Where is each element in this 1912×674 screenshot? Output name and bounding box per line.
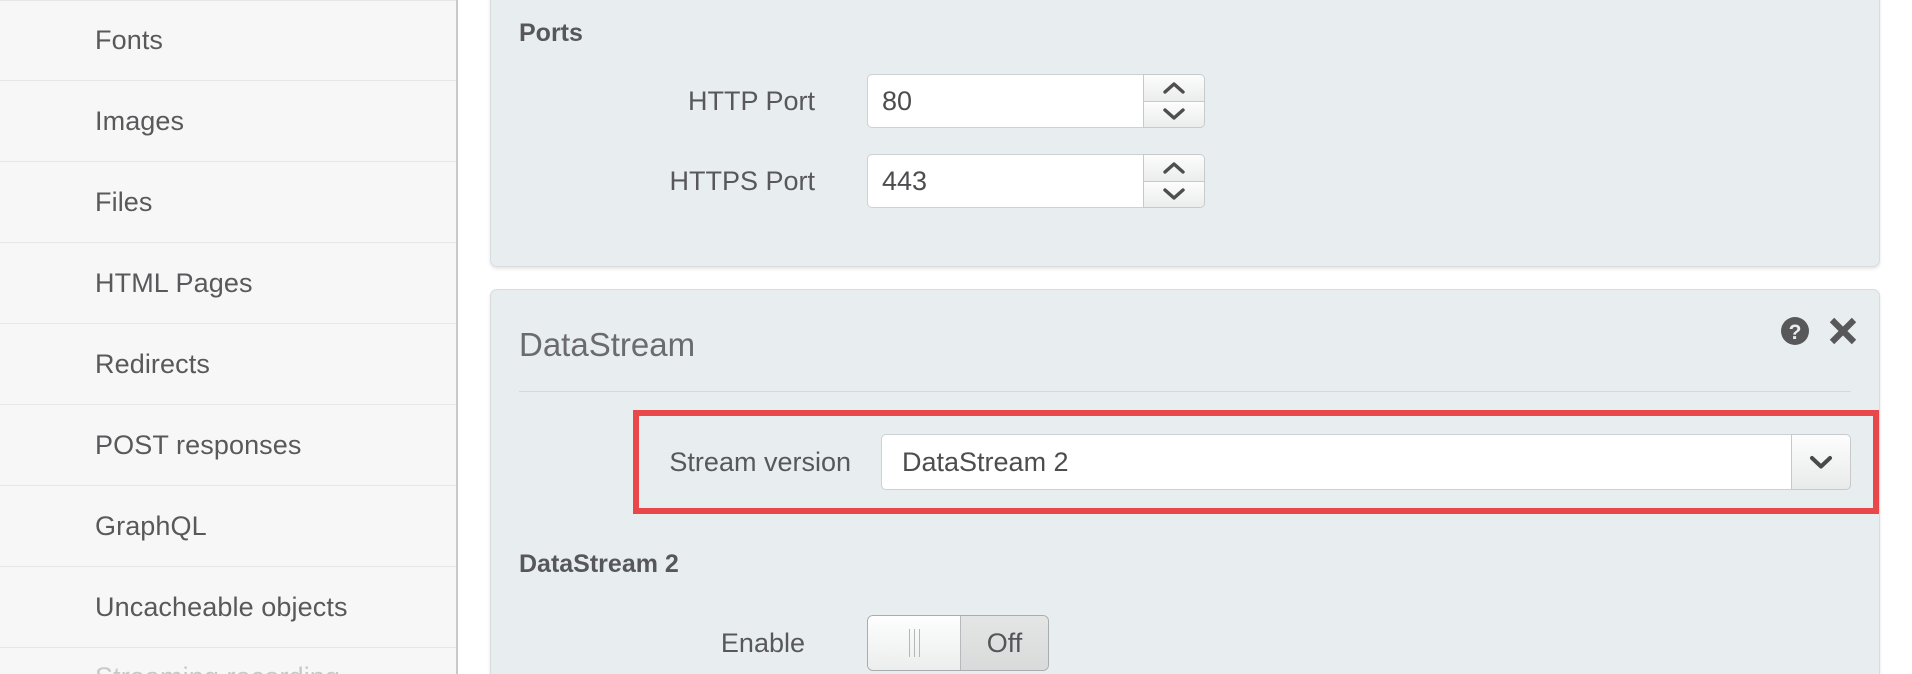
https-port-increment-button[interactable]: [1144, 155, 1204, 182]
datastream-panel-tools: ?: [1779, 315, 1859, 347]
sidebar-item-files[interactable]: Files: [0, 162, 456, 243]
stream-version-label: Stream version: [669, 446, 851, 477]
https-port-decrement-button[interactable]: [1144, 181, 1204, 207]
stream-version-select[interactable]: DataStream 2: [881, 434, 1851, 490]
sidebar-item-label: Redirects: [95, 348, 210, 379]
enable-label: Enable: [720, 627, 805, 658]
grip-lines-icon: [908, 629, 920, 657]
enable-row: Enable Off: [519, 615, 1851, 671]
http-port-increment-button[interactable]: [1144, 75, 1204, 102]
sidebar-item-graphql[interactable]: GraphQL: [0, 486, 456, 567]
http-port-stepper[interactable]: [867, 74, 1205, 128]
https-port-stepper[interactable]: [867, 154, 1205, 208]
datastream-panel: ? DataStream Stream version DataStream 2: [490, 289, 1880, 674]
sidebar-item-label: Uncacheable objects: [95, 591, 348, 622]
main-content: Ports HTTP Port 80 HTTPS Port 443 ? Data…: [458, 0, 1912, 674]
https-port-input[interactable]: [867, 154, 1143, 208]
sidebar-item-html-pages[interactable]: HTML Pages: [0, 243, 456, 324]
http-port-decrement-button[interactable]: [1144, 101, 1204, 127]
panel-divider: [519, 391, 1851, 392]
chevron-up-icon: [1163, 162, 1185, 174]
datastream2-subsection-title: DataStream 2: [519, 550, 679, 578]
sidebar-item-label: Files: [95, 186, 153, 217]
http-port-spinner-buttons: [1143, 74, 1205, 128]
stream-version-selected-value[interactable]: DataStream 2: [881, 434, 1791, 490]
toggle-handle[interactable]: [868, 616, 961, 670]
chevron-down-icon: [1163, 108, 1185, 120]
datastream-panel-title: DataStream: [519, 326, 696, 363]
sidebar-item-label: GraphQL: [95, 510, 207, 541]
sidebar-list: Fonts Images Files HTML Pages Redirects …: [0, 0, 456, 674]
https-port-spinner-buttons: [1143, 154, 1205, 208]
stream-version-highlight: Stream version DataStream 2: [633, 410, 1879, 514]
help-circle-icon: ?: [1781, 317, 1809, 345]
http-port-row: HTTP Port: [519, 74, 1851, 128]
sidebar-item-post-responses[interactable]: POST responses: [0, 405, 456, 486]
sidebar-item-label: HTML Pages: [95, 267, 253, 298]
sidebar-item-label: POST responses: [95, 429, 302, 460]
chevron-down-icon: [1810, 456, 1832, 469]
ports-panel-title: Ports: [519, 19, 583, 47]
svg-text:?: ?: [1789, 321, 1802, 344]
ports-panel: Ports HTTP Port 80 HTTPS Port 443: [490, 0, 1880, 267]
http-port-label: HTTP Port: [687, 85, 815, 116]
stream-version-dropdown-button[interactable]: [1791, 434, 1851, 490]
stream-version-row: Stream version DataStream 2: [639, 434, 1873, 490]
sidebar-item-label: Streaming recording: [95, 664, 340, 674]
sidebar: Fonts Images Files HTML Pages Redirects …: [0, 0, 458, 674]
sidebar-item-label: Images: [95, 105, 185, 136]
chevron-down-icon: [1163, 188, 1185, 200]
close-icon: [1829, 317, 1857, 345]
settings-page: Fonts Images Files HTML Pages Redirects …: [0, 0, 1912, 674]
sidebar-item-redirects[interactable]: Redirects: [0, 324, 456, 405]
sidebar-item-label: Fonts: [95, 25, 164, 55]
enable-toggle[interactable]: Off: [867, 615, 1049, 671]
ports-panel-body: HTTP Port 80 HTTPS Port 443: [519, 46, 1851, 208]
sidebar-item-fonts[interactable]: Fonts: [0, 0, 456, 81]
close-button[interactable]: [1827, 315, 1859, 347]
sidebar-item-images[interactable]: Images: [0, 81, 456, 162]
sidebar-item-uncacheable-objects[interactable]: Uncacheable objects: [0, 567, 456, 648]
help-button[interactable]: ?: [1779, 315, 1811, 347]
sidebar-item-streaming-recording[interactable]: Streaming recording: [0, 648, 456, 674]
chevron-up-icon: [1163, 82, 1185, 94]
https-port-label: HTTPS Port: [669, 165, 815, 196]
https-port-row: HTTPS Port: [519, 154, 1851, 208]
http-port-input[interactable]: [867, 74, 1143, 128]
toggle-state-label: Off: [961, 616, 1048, 670]
